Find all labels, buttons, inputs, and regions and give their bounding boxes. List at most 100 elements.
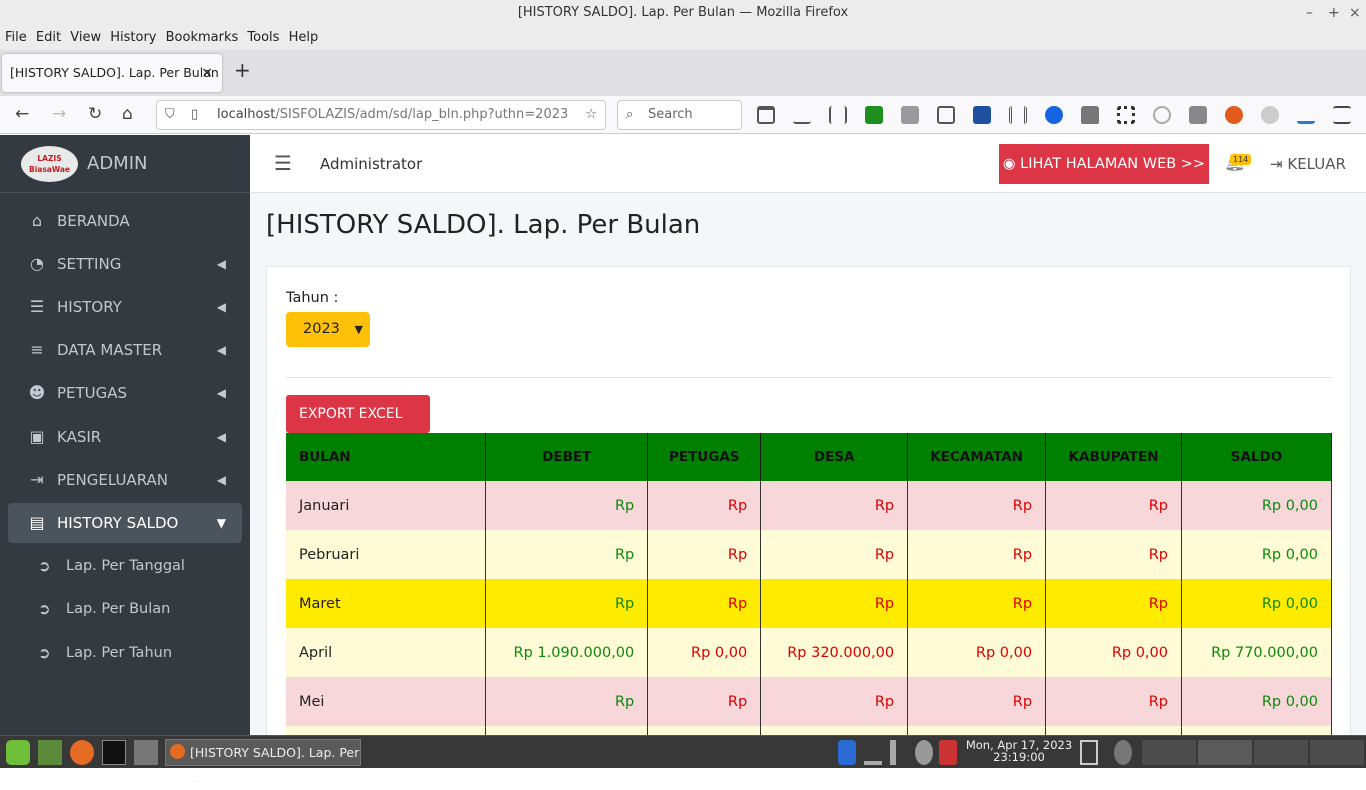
sidebar-item-setting[interactable]: ◔ SETTING ◀ (8, 244, 242, 284)
brand-link[interactable]: LAZIS BiasaWae ADMIN (0, 135, 250, 193)
briefcase-icon: ▤ (29, 513, 45, 532)
maximize-icon[interactable]: + (1328, 0, 1340, 26)
cell-desa: Rp 320.000,00 (760, 628, 909, 677)
qr-code-icon[interactable] (1117, 106, 1135, 124)
files-icon[interactable] (134, 740, 158, 765)
logout-label: KELUAR (1287, 155, 1346, 173)
lock-icon[interactable] (1081, 106, 1099, 124)
taskbar-window-firefox[interactable]: [HISTORY SALDO]. Lap. Per ... (165, 739, 361, 785)
browser-tab[interactable]: [HISTORY SALDO]. Lap. Per Bulan × (2, 54, 222, 92)
arrow-circle-right-icon: ➲ (38, 644, 51, 662)
tab-label: [HISTORY SALDO]. Lap. Per Bulan (10, 65, 219, 80)
taskbar-window-label: [HISTORY SALDO]. Lap. Per ... (190, 745, 360, 785)
table-row: Pebruari Rp Rp Rp Rp Rp Rp 0,00 (286, 530, 1332, 579)
menu-view[interactable]: View (65, 26, 101, 50)
firefox-launcher-icon[interactable] (70, 740, 94, 765)
reader-view-icon[interactable] (937, 106, 955, 124)
sidebar-item-history[interactable]: ☰ HISTORY ◀ (8, 287, 242, 327)
url-bar[interactable]: ⛉ ▯ localhost/SISFOLAZIS/adm/sd/lap_bln.… (156, 100, 606, 130)
sidebar-item-label: SETTING (57, 255, 122, 273)
menu-tools[interactable]: Tools (242, 26, 279, 50)
library-icon[interactable] (829, 106, 847, 124)
app-menu-icon[interactable] (1333, 106, 1351, 124)
save-icon[interactable] (973, 106, 991, 124)
cell-debet: Rp 1.090.000,00 (485, 628, 649, 677)
volume-icon[interactable] (890, 740, 908, 765)
close-window-icon[interactable]: × (1349, 0, 1361, 26)
search-input[interactable]: ⌕ Search (617, 100, 742, 130)
record-icon[interactable] (1261, 106, 1279, 124)
battery-icon[interactable] (1080, 740, 1098, 765)
bookmark-star-icon[interactable]: ☆ (585, 101, 597, 129)
menu-history[interactable]: History (105, 26, 156, 50)
tab-close-icon[interactable]: × (201, 54, 213, 92)
workspace-4[interactable] (1310, 740, 1364, 765)
downloads-icon[interactable] (793, 106, 811, 124)
network-icon[interactable] (864, 740, 882, 765)
chevron-left-icon: ◀ (216, 343, 226, 357)
logo-text-top: LAZIS (37, 154, 62, 163)
home-icon[interactable]: ⌂ (122, 104, 133, 124)
pocket-icon[interactable] (757, 106, 775, 124)
cell-saldo: Rp 0,00 (1181, 481, 1332, 530)
tachometer-icon: ◔ (30, 254, 44, 273)
grid-icon[interactable] (1009, 106, 1027, 124)
sidebar-subitem-label: Lap. Per Tahun (66, 645, 173, 661)
workspace-1[interactable] (1142, 740, 1196, 765)
hamburger-menu-icon[interactable]: ☰ (274, 151, 292, 175)
url-host: localhost (217, 107, 276, 122)
database-icon: ≡ (30, 340, 44, 359)
shield-icon[interactable]: ⛉ (165, 101, 175, 129)
sidebar-item-kasir[interactable]: ▣ KASIR ◀ (8, 417, 242, 457)
cell-petugas (647, 726, 762, 735)
forward-icon[interactable]: → (52, 104, 66, 124)
back-icon[interactable]: ← (15, 104, 29, 124)
sidebar-item-beranda[interactable]: ⌂ BERANDA (8, 201, 242, 241)
menu-bookmarks[interactable]: Bookmarks (161, 26, 239, 50)
z-extension-icon[interactable] (1045, 106, 1063, 124)
notifications-icon[interactable] (1114, 740, 1132, 765)
menubar: File Edit View History Bookmarks Tools H… (0, 26, 1366, 50)
sidebar-item-label: HISTORY (57, 298, 122, 316)
logout-link[interactable]: ⇥ KELUAR (1270, 155, 1346, 173)
reload-icon[interactable]: ↻ (88, 104, 102, 124)
sidebar-item-petugas[interactable]: ☻ PETUGAS ◀ (8, 373, 242, 413)
sidebar-subitem-lap-per-tanggal[interactable]: ➲ Lap. Per Tanggal (8, 546, 242, 586)
cell-desa: Rp (760, 579, 909, 628)
download-helper-icon[interactable] (865, 106, 883, 124)
show-desktop-icon[interactable] (38, 740, 62, 765)
sign-out-icon: ⇥ (1270, 155, 1283, 173)
mint-menu-icon[interactable] (6, 740, 30, 765)
sidebar-item-data-master[interactable]: ≡ DATA MASTER ◀ (8, 330, 242, 370)
extension-icon[interactable] (901, 106, 919, 124)
terminal-icon[interactable] (102, 740, 126, 765)
sidebar-item-history-saldo[interactable]: ▤ HISTORY SALDO ▼ (8, 503, 242, 543)
home-icon: ⌂ (31, 211, 43, 230)
bluetooth2-icon[interactable] (915, 740, 933, 765)
workspace-2[interactable] (1198, 740, 1252, 765)
bluetooth-icon[interactable] (838, 740, 856, 765)
minimize-icon[interactable]: – (1306, 0, 1313, 26)
top-navbar: ☰ Administrator ◉ LIHAT HALAMAN WEB >> 🔔… (250, 135, 1366, 193)
menu-help[interactable]: Help (284, 26, 319, 50)
update-shield-icon[interactable] (939, 740, 957, 765)
window-title: [HISTORY SALDO]. Lap. Per Bulan — Mozill… (517, 5, 849, 20)
globe-icon[interactable] (1153, 106, 1171, 124)
clock[interactable]: Mon, Apr 17, 2023 23:19:00 (964, 739, 1074, 763)
extension2-icon[interactable] (1189, 106, 1207, 124)
workspace-3[interactable] (1254, 740, 1308, 765)
sidebar-subitem-lap-per-bulan[interactable]: ➲ Lap. Per Bulan (8, 589, 242, 629)
download-arrow-icon[interactable] (1297, 106, 1315, 124)
color-picker-icon[interactable] (1225, 106, 1243, 124)
column-header-desa: DESA (760, 433, 909, 481)
sidebar: LAZIS BiasaWae ADMIN ⌂ BERANDA ◔ SETTING… (0, 135, 250, 735)
menu-edit[interactable]: Edit (31, 26, 61, 50)
sidebar-subitem-lap-per-tahun[interactable]: ➲ Lap. Per Tahun (8, 633, 242, 673)
export-excel-button[interactable]: EXPORT EXCEL >> (286, 395, 430, 460)
year-select[interactable]: 2023 ▼ (286, 312, 370, 347)
view-website-button[interactable]: ◉ LIHAT HALAMAN WEB >> (999, 144, 1209, 184)
menu-file[interactable]: File (0, 26, 27, 50)
sidebar-item-pengeluaran[interactable]: ⇥ PENGELUARAN ◀ (8, 460, 242, 500)
cell-saldo: Rp 770.000,00 (1181, 628, 1332, 677)
new-tab-icon[interactable]: + (234, 58, 251, 82)
